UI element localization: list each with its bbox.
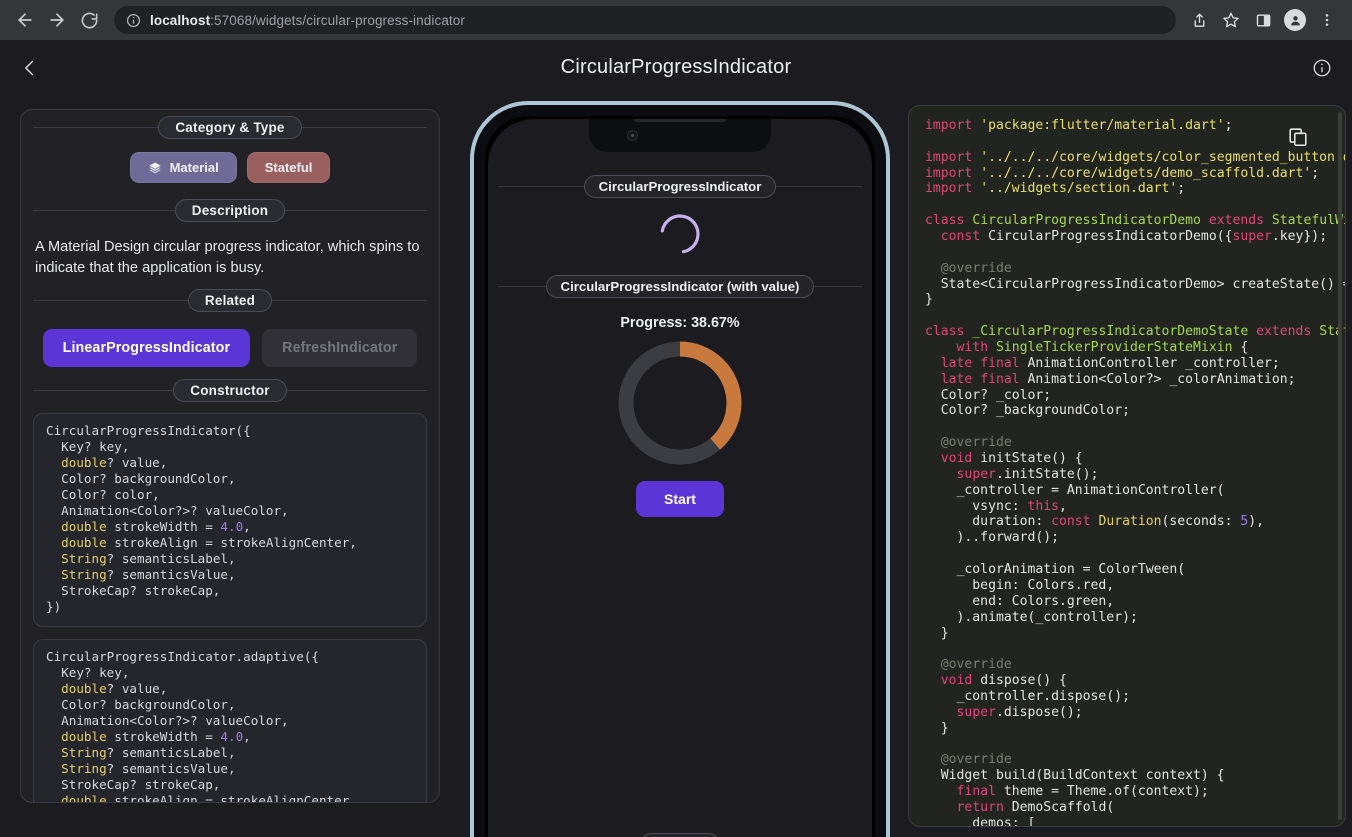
circular-progress-spinner [656, 201, 704, 271]
divider-right [814, 285, 862, 287]
chip-material[interactable]: Material [129, 152, 237, 183]
browser-menu-button[interactable] [1312, 5, 1342, 35]
app-info-button[interactable] [1312, 58, 1332, 78]
address-bar[interactable]: localhost:57068/widgets/circular-progres… [114, 6, 1176, 34]
demo-determinate: Progress: 38.67% Start [488, 301, 872, 517]
arrow-left-icon [18, 13, 32, 27]
options-section: Options [488, 829, 872, 837]
demo-section-title-1: CircularProgressIndicator [583, 174, 777, 198]
demo-section-header-1: CircularProgressIndicator [488, 171, 872, 201]
spinner-icon [660, 214, 700, 254]
reload-icon [81, 12, 97, 28]
copy-code-button[interactable] [1287, 126, 1309, 153]
info-column: Category & Type Material Stateful Descri… [0, 95, 460, 837]
browser-forward-button[interactable] [42, 5, 72, 35]
phone-volume-up[interactable] [471, 351, 474, 393]
section-title-related: Related [187, 288, 273, 312]
widget-info-card: Category & Type Material Stateful Descri… [20, 109, 440, 803]
browser-back-button[interactable] [10, 5, 40, 35]
browser-toolbar: localhost:57068/widgets/circular-progres… [0, 0, 1352, 40]
related-linear-progress-indicator[interactable]: LinearProgressIndicator [42, 329, 251, 368]
address-bar-url: localhost:57068/widgets/circular-progres… [150, 13, 465, 28]
circular-progress-with-value [618, 341, 742, 465]
section-header-related: Related [21, 283, 439, 317]
profile-button[interactable] [1280, 5, 1310, 35]
share-icon [1194, 13, 1204, 27]
url-host: localhost [150, 12, 211, 28]
section-title-category-type: Category & Type [158, 115, 302, 139]
star-icon [1223, 12, 1239, 28]
divider-right [286, 389, 428, 391]
divider-left [498, 285, 546, 287]
side-panel-icon [1256, 13, 1270, 27]
section-header-category: Category & Type [21, 110, 439, 144]
demo-indeterminate [488, 201, 872, 271]
page-title: CircularProgressIndicator [560, 56, 792, 78]
phone-screen: CircularProgressIndicator CircularProgre… [488, 119, 872, 837]
demo-section-header-2: CircularProgressIndicator (with value) [488, 271, 872, 301]
device-preview-column: CircularProgressIndicator CircularProgre… [460, 95, 900, 837]
app-back-button[interactable] [20, 57, 46, 79]
section-title-description: Description [174, 198, 286, 222]
phone-mockup: CircularProgressIndicator CircularProgre… [470, 101, 890, 837]
divider-left [498, 185, 584, 187]
phone-frame: CircularProgressIndicator CircularProgre… [470, 101, 890, 837]
section-header-constructor: Constructor [21, 373, 439, 407]
options-button[interactable]: Options [640, 832, 720, 837]
demo-section-title-2: CircularProgressIndicator (with value) [545, 274, 815, 298]
divider-right [301, 126, 427, 128]
browser-reload-button[interactable] [74, 5, 104, 35]
constructor-signature-adaptive: CircularProgressIndicator.adaptive({ Key… [33, 639, 427, 802]
copy-icon [1289, 128, 1307, 147]
chip-stateful-label: Stateful [264, 160, 313, 175]
chevron-left-icon [25, 60, 34, 75]
divider-right [272, 299, 428, 301]
phone-mute-button[interactable] [471, 301, 474, 327]
profile-avatar-icon [1284, 9, 1306, 31]
share-button[interactable] [1184, 5, 1214, 35]
phone-power-button[interactable] [886, 367, 889, 429]
divider-left [33, 389, 174, 391]
divider-right [285, 209, 427, 211]
divider-left [33, 299, 188, 301]
app-header: CircularProgressIndicator [0, 40, 1352, 95]
demo-content: CircularProgressIndicator CircularProgre… [488, 119, 872, 837]
code-scrollbar[interactable] [1338, 112, 1342, 820]
url-path: :57068/widgets/circular-progress-indicat… [210, 12, 465, 28]
chip-stateful[interactable]: Stateful [246, 152, 331, 183]
three-dot-menu-icon [1325, 14, 1329, 26]
side-panel-button[interactable] [1248, 5, 1278, 35]
browser-actions [1184, 5, 1342, 35]
related-widgets: LinearProgressIndicator RefreshIndicator [21, 317, 439, 373]
related-refresh-indicator[interactable]: RefreshIndicator [262, 329, 418, 368]
main-content: Category & Type Material Stateful Descri… [0, 95, 1352, 837]
start-button[interactable]: Start [636, 481, 724, 517]
site-info-icon[interactable] [126, 13, 141, 28]
phone-volume-down[interactable] [471, 407, 474, 449]
widget-description-text: A Material Design circular progress indi… [35, 239, 420, 277]
divider-right [776, 185, 863, 187]
source-code-text: import 'package:flutter/material.dart'; … [925, 118, 1346, 827]
section-title-constructor: Constructor [173, 378, 287, 402]
options-section-header: Options [488, 829, 872, 837]
divider-left [33, 209, 175, 211]
arrow-right-icon [50, 13, 64, 27]
source-code-panel: import 'package:flutter/material.dart'; … [908, 105, 1346, 827]
category-chips: Material Stateful [21, 144, 439, 193]
info-circle-icon [1313, 59, 1331, 76]
section-header-description: Description [21, 193, 439, 227]
layers-icon [148, 161, 162, 175]
divider-left [33, 126, 159, 128]
constructor-signature-default: CircularProgressIndicator({ Key? key, do… [33, 413, 427, 628]
bookmark-button[interactable] [1216, 5, 1246, 35]
progress-value-label: Progress: 38.67% [620, 315, 740, 331]
chip-material-label: Material [169, 160, 219, 175]
source-code-column: import 'package:flutter/material.dart'; … [900, 95, 1352, 837]
